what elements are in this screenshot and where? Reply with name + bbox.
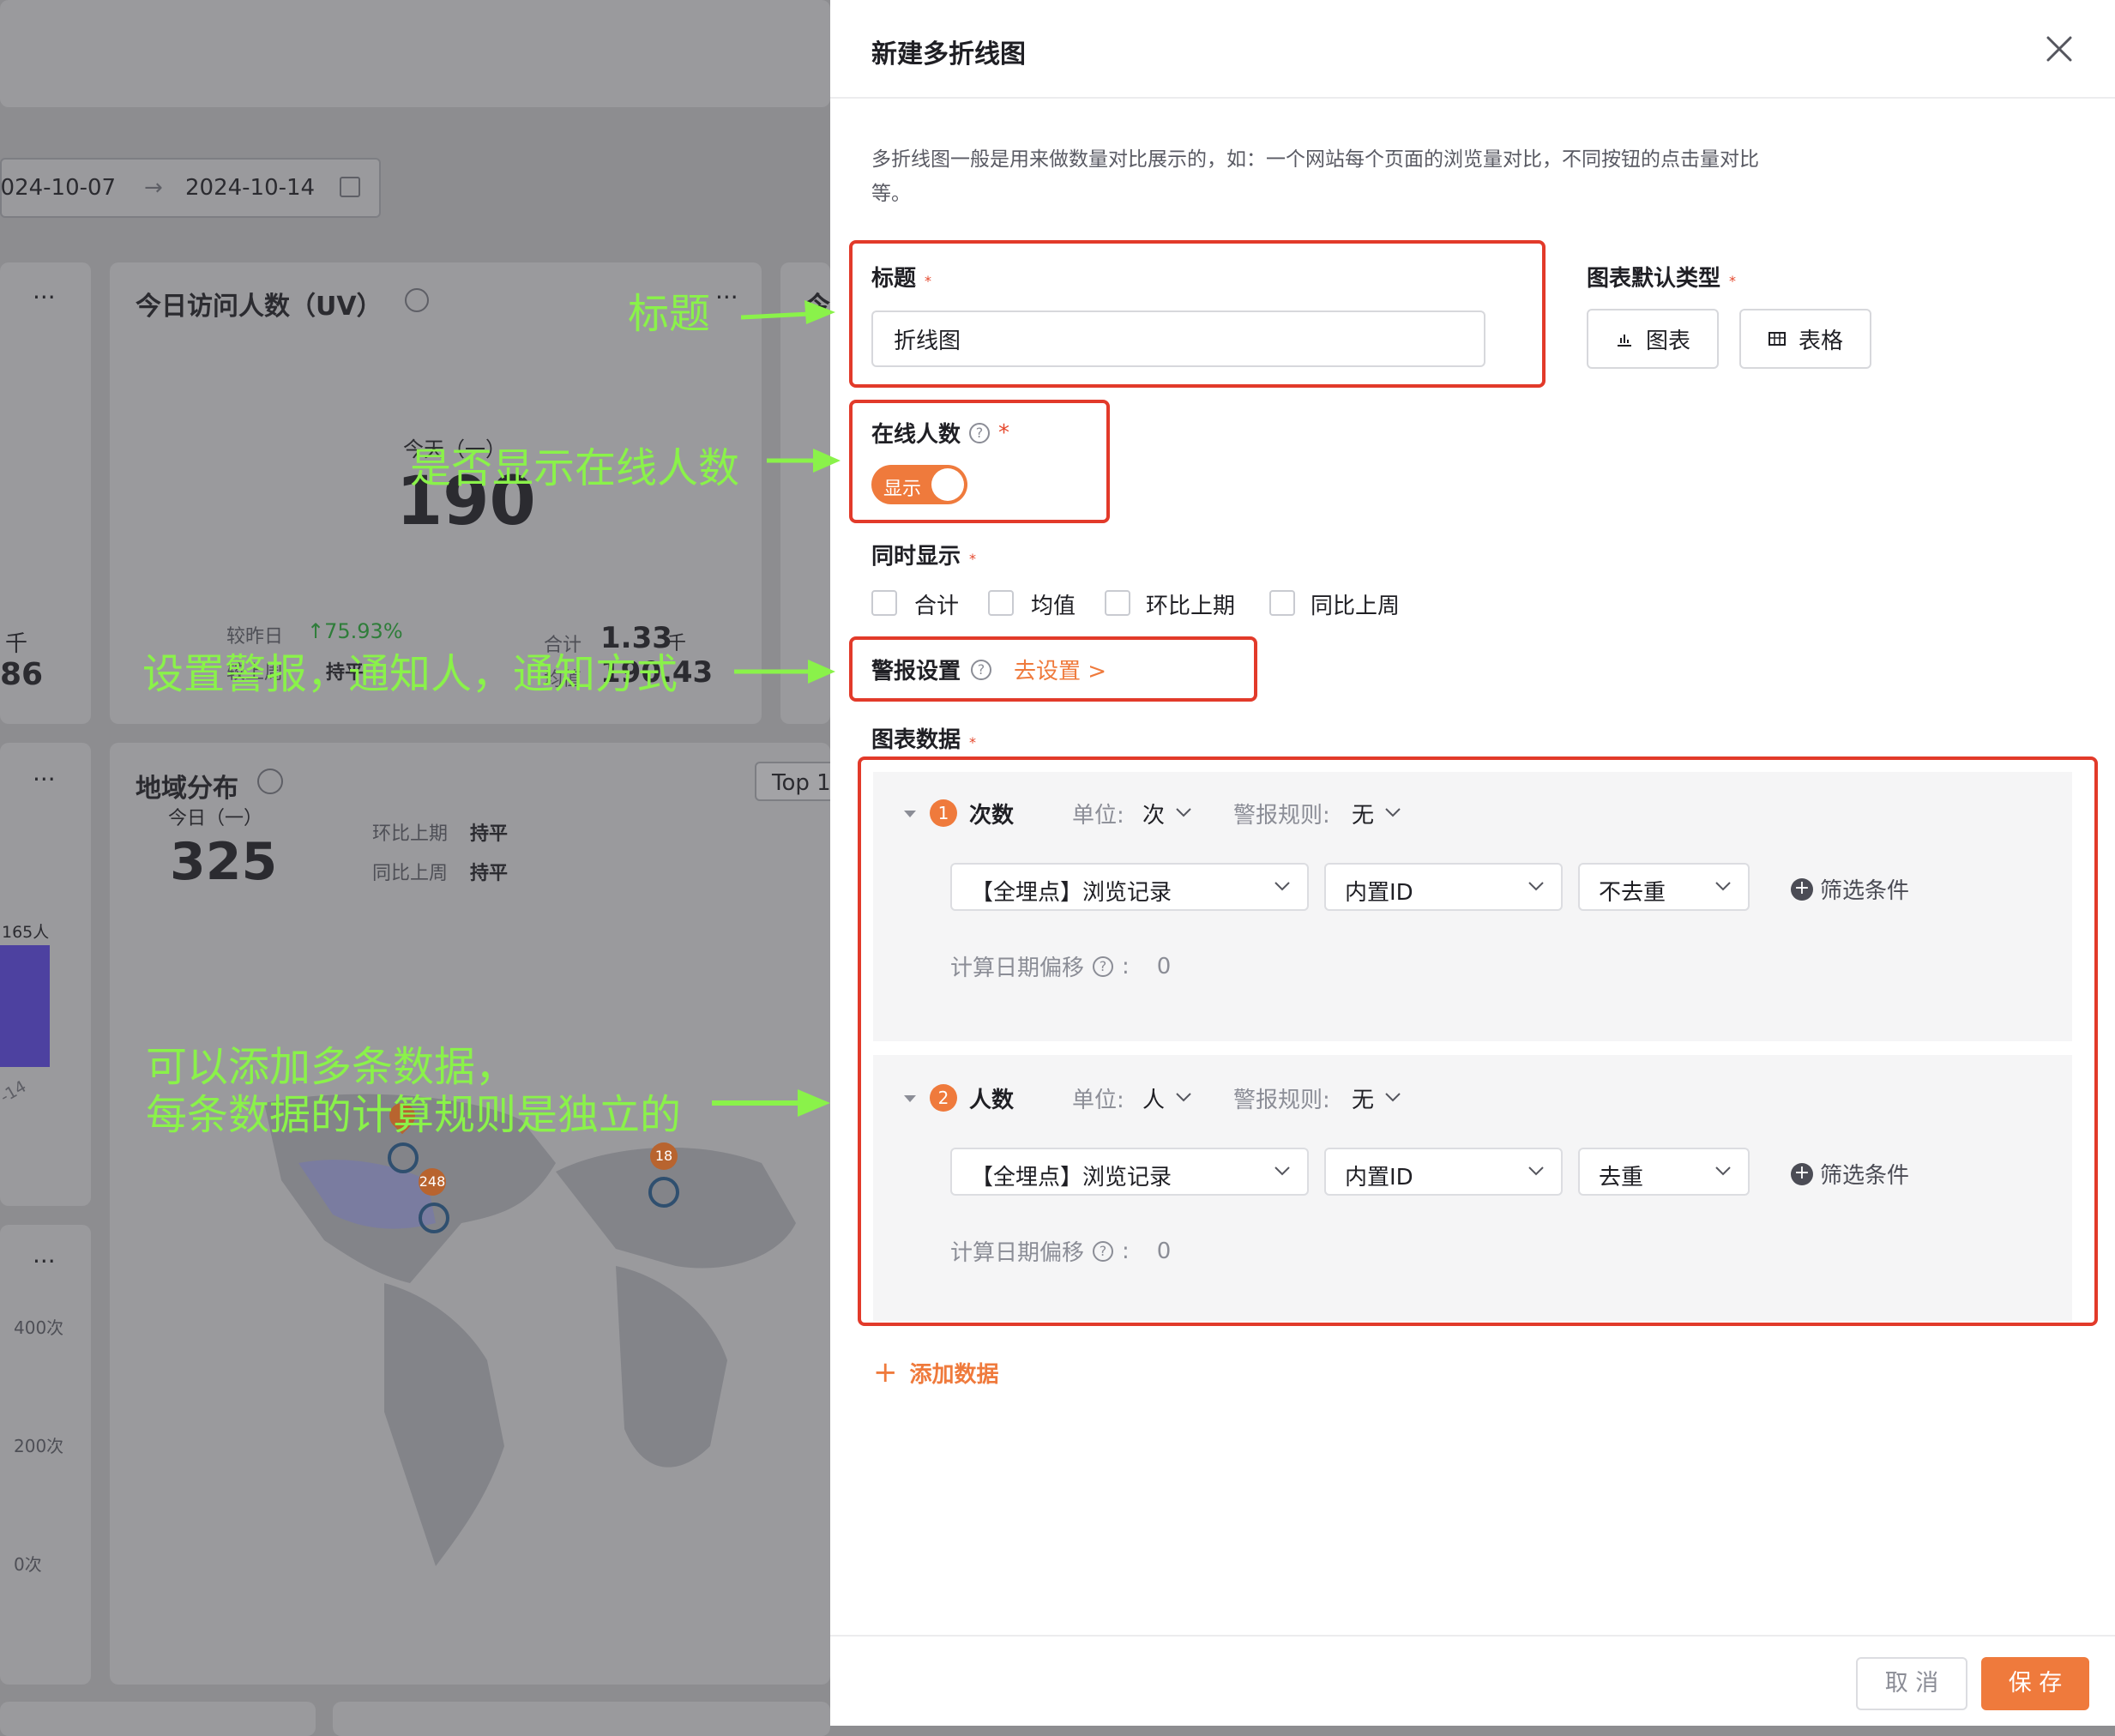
map-pin-marker — [388, 1142, 419, 1173]
date-end: 2024-10-14 — [185, 175, 316, 201]
map-pin-marker — [648, 1177, 679, 1208]
drawer-footer: 取 消 保 存 — [830, 1635, 2115, 1727]
map-pin-marker — [419, 1203, 449, 1233]
clock-icon — [405, 288, 429, 312]
save-button[interactable]: 保 存 — [1981, 1657, 2089, 1710]
geo-value: 325 — [170, 832, 278, 892]
chart-type-label: 图表默认类型 * — [1587, 261, 1736, 292]
map-pin-label: 248 — [419, 1173, 446, 1190]
also-show-label: 同时显示 * — [871, 539, 976, 570]
checkbox-period-over-period-label: 环比上期 — [1146, 594, 1236, 619]
left-chart-card: ··· 165人 -14 — [0, 743, 91, 1206]
left-card-value: 86 — [0, 657, 44, 692]
map-pin[interactable]: 248 — [419, 1168, 446, 1196]
bar — [0, 945, 50, 1067]
bottom-card-left — [0, 1702, 316, 1736]
drawer-description: 多折线图一般是用来做数量对比展示的，如：一个网站每个页面的浏览量对比，不同按钮的… — [871, 148, 1759, 205]
highlight-chart-data — [858, 756, 2098, 1326]
table-icon — [1768, 332, 1786, 346]
geo-mom-label: 环比上期 — [372, 823, 449, 845]
annotation-online-users: 是否显示在线人数 — [410, 444, 740, 492]
geo-mom-value: 持平 — [470, 823, 509, 845]
top-n-label: Top 1 — [772, 770, 831, 796]
checkbox-average-label: 均值 — [1031, 594, 1076, 619]
close-icon[interactable] — [2043, 33, 2076, 65]
plus-icon: + — [873, 1355, 898, 1389]
arrow-icon — [734, 660, 835, 684]
map-pin[interactable]: 18 — [650, 1142, 678, 1170]
geo-clock-icon — [257, 769, 283, 794]
bar-axis-label: -14 — [0, 1076, 30, 1107]
date-arrow: → — [144, 175, 163, 201]
world-map — [264, 1094, 796, 1566]
date-range-picker[interactable]: 2024-10-07 → 2024-10-14 — [0, 158, 381, 218]
required-mark: * — [969, 551, 977, 567]
map-pin-label: 18 — [654, 1148, 673, 1164]
trend-card: ··· 400次 200次 0次 — [0, 1225, 91, 1685]
y-tick-label: 0次 — [14, 1554, 42, 1575]
arrow-icon — [767, 449, 841, 473]
geo-day-label: 今日（一） — [168, 808, 263, 829]
calendar-icon — [340, 177, 360, 197]
also-show-label-text: 同时显示 — [871, 544, 961, 570]
y-tick-label: 400次 — [14, 1317, 64, 1338]
highlight-title-field — [849, 240, 1546, 388]
right-partial-card: 今 — [780, 262, 830, 724]
checkbox-average[interactable] — [988, 590, 1014, 616]
highlight-alarm-settings — [849, 636, 1257, 702]
chart-type-table-button[interactable]: 表格 — [1739, 309, 1871, 369]
checkbox-total[interactable] — [871, 590, 897, 616]
chart-type-chart-button[interactable]: 图表 — [1587, 309, 1719, 369]
drawer-header: 新建多折线图 — [830, 0, 2115, 99]
cancel-button[interactable]: 取 消 — [1856, 1657, 1967, 1710]
geo-card: 地域分布 今日（一） 325 环比上期 持平 同比上周 持平 Top 1 248… — [110, 743, 858, 1685]
chart-data-label-text: 图表数据 — [871, 727, 961, 753]
annotation-data-line-2: 每条数据的计算规则是独立的 — [146, 1091, 682, 1139]
checkbox-period-over-period[interactable] — [1105, 590, 1130, 616]
checkbox-week-over-week[interactable] — [1269, 590, 1295, 616]
bottom-card-right — [333, 1702, 830, 1736]
arrow-icon — [741, 300, 835, 324]
annotation-alarm-settings: 设置警报，通知人，通知方式 — [142, 650, 678, 698]
required-mark: * — [1729, 273, 1737, 289]
left-card-unit: 千 — [5, 631, 28, 657]
annotation-title: 标题 — [628, 290, 711, 338]
bar-value-label: 165人 — [2, 923, 50, 942]
chart-type-label-text: 图表默认类型 — [1587, 266, 1721, 292]
uv-menu-dots[interactable]: ··· — [715, 283, 738, 311]
drawer-title: 新建多折线图 — [871, 39, 1026, 69]
arrow-icon — [712, 1089, 830, 1117]
menu-dots-icon[interactable]: ··· — [33, 283, 56, 311]
checkbox-total-label: 合计 — [914, 594, 960, 619]
chart-type-chart-label: 图表 — [1645, 328, 1690, 354]
checkbox-week-over-week-label: 同比上周 — [1311, 594, 1401, 619]
highlight-online-users — [849, 400, 1110, 523]
top-card — [0, 0, 830, 107]
geo-title: 地域分布 — [136, 774, 238, 804]
geo-yoy-value: 持平 — [470, 863, 509, 884]
y-tick-label: 200次 — [14, 1436, 64, 1456]
left-chart-menu-dots[interactable]: ··· — [33, 765, 56, 793]
left-stat-card: ··· 千 86 — [0, 262, 91, 724]
bar-chart-icon — [1617, 335, 1631, 347]
add-data-label: 添加数据 — [909, 1361, 999, 1388]
trend-menu-dots[interactable]: ··· — [33, 1247, 56, 1275]
required-mark: * — [969, 734, 977, 750]
chart-type-table-label: 表格 — [1798, 328, 1843, 354]
date-start: 2024-10-07 — [0, 175, 117, 201]
uv-card-title: 今日访问人数（UV） — [136, 292, 383, 322]
geo-yoy-label: 同比上周 — [372, 863, 449, 884]
add-data-button[interactable]: + 添加数据 — [873, 1355, 999, 1389]
chart-data-label: 图表数据 * — [871, 722, 976, 754]
